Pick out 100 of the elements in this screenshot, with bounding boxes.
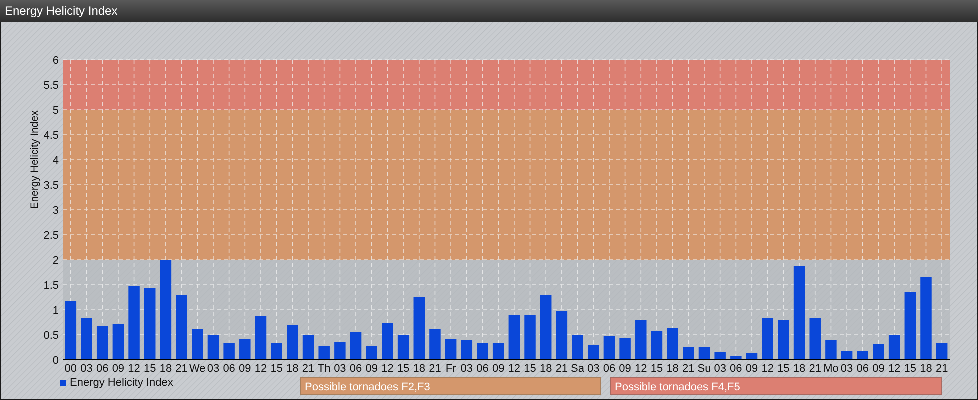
x-tick-label: 12	[508, 363, 521, 375]
bar	[762, 318, 774, 360]
bar	[936, 343, 948, 360]
x-tick-label: 06	[223, 363, 236, 375]
y-tick-label: 3.5	[44, 180, 59, 192]
bar	[176, 296, 188, 360]
x-tick-label: 03	[334, 363, 346, 375]
x-tick-label: 15	[270, 363, 283, 375]
bar	[667, 328, 678, 360]
x-tick-label: Th	[318, 363, 331, 375]
bar	[540, 295, 552, 360]
x-tick-label: 03	[207, 363, 220, 375]
x-tick-label: 18	[160, 363, 172, 375]
x-tick-label: 06	[856, 363, 869, 375]
x-tick-label: 18	[666, 363, 679, 375]
bar	[888, 335, 900, 360]
x-tick-label: 15	[144, 363, 156, 375]
x-tick-label: 15	[778, 363, 790, 375]
bar	[334, 342, 346, 360]
bar	[477, 344, 488, 360]
bar	[524, 315, 536, 360]
x-tick-label: 06	[603, 363, 616, 375]
x-tick-label: 09	[112, 363, 125, 375]
bar	[398, 335, 410, 360]
bar	[651, 331, 663, 360]
x-tick-label: 03	[714, 363, 726, 375]
x-tick-label: Mo	[824, 363, 839, 375]
x-tick-label: 21	[429, 363, 442, 375]
x-tick-label: 12	[128, 363, 140, 375]
bar	[414, 297, 425, 360]
x-tick-label: Su	[698, 363, 712, 375]
x-tick-label: 15	[650, 363, 664, 375]
x-tick-label: 12	[762, 363, 774, 375]
x-tick-label: 15	[397, 363, 410, 375]
y-tick-label: 2	[52, 255, 59, 267]
x-tick-label: We	[189, 363, 206, 375]
x-tick-label: 21	[682, 363, 695, 375]
x-tick-label: 12	[254, 363, 268, 375]
x-tick-label: 06	[350, 363, 362, 375]
x-tick-label: 12	[635, 363, 648, 375]
x-tick-label: 12	[382, 363, 394, 375]
bar	[240, 340, 251, 360]
x-tick-label: 03	[588, 363, 600, 375]
bar	[683, 347, 694, 360]
x-tick-label: 03	[80, 363, 93, 375]
bar	[287, 326, 298, 360]
bar	[730, 356, 742, 360]
x-tick-label: Sa	[571, 363, 584, 375]
bar	[588, 345, 600, 360]
x-tick-label: 09	[492, 363, 505, 375]
bar	[382, 324, 394, 360]
bar	[572, 336, 584, 360]
x-tick-label: 06	[730, 363, 742, 375]
bar	[430, 330, 441, 360]
y-tick-label: 5.5	[44, 80, 59, 92]
bar	[318, 346, 330, 360]
y-tick-label: 6	[52, 55, 59, 67]
y-tick-label: 0.5	[44, 330, 59, 342]
x-tick-label: 09	[872, 363, 885, 375]
legend-label[interactable]: Energy Helicity Index	[70, 377, 174, 389]
x-tick-label: 09	[619, 363, 632, 375]
y-tick-label: 1.5	[44, 280, 59, 292]
x-tick-label: 21	[936, 363, 948, 375]
bar	[620, 338, 631, 360]
bar	[714, 352, 726, 360]
x-tick-label: 03	[840, 363, 854, 375]
bar	[144, 288, 156, 360]
bar	[508, 315, 520, 360]
bar	[461, 340, 473, 360]
bar	[636, 320, 647, 360]
bar	[81, 318, 92, 360]
x-tick-label: Fr	[446, 363, 456, 375]
x-tick-label: 12	[888, 363, 901, 375]
x-tick-label: 00	[64, 363, 78, 375]
x-tick-label: 06	[96, 363, 109, 375]
x-tick-label: 09	[366, 363, 378, 375]
x-tick-label: 15	[904, 363, 917, 375]
bar	[778, 320, 790, 360]
bar	[857, 351, 868, 360]
x-tick-label: 06	[476, 363, 489, 375]
bar	[112, 324, 124, 360]
x-tick-label: 18	[286, 363, 299, 375]
y-tick-label: 5	[52, 105, 59, 117]
y-tick-label: 4.5	[44, 130, 59, 142]
bar	[366, 346, 378, 360]
x-tick-label: 21	[302, 363, 315, 375]
x-tick-label: 18	[540, 363, 552, 375]
bar	[192, 329, 204, 360]
y-axis-label: Energy Helicity Index	[29, 110, 41, 210]
y-tick-label: 4	[52, 155, 59, 167]
x-tick-label: 21	[556, 363, 568, 375]
y-tick-label: 0	[52, 355, 59, 367]
x-tick-label: 18	[413, 363, 426, 375]
legend-label: Possible tornadoes F4,F5	[615, 382, 740, 394]
x-tick-label: 18	[793, 363, 806, 375]
bar	[826, 340, 837, 360]
x-tick-label: 18	[920, 363, 932, 375]
x-tick-label: 21	[809, 363, 822, 375]
y-tick-label: 3	[52, 205, 59, 217]
y-tick-label: 1	[52, 305, 59, 317]
